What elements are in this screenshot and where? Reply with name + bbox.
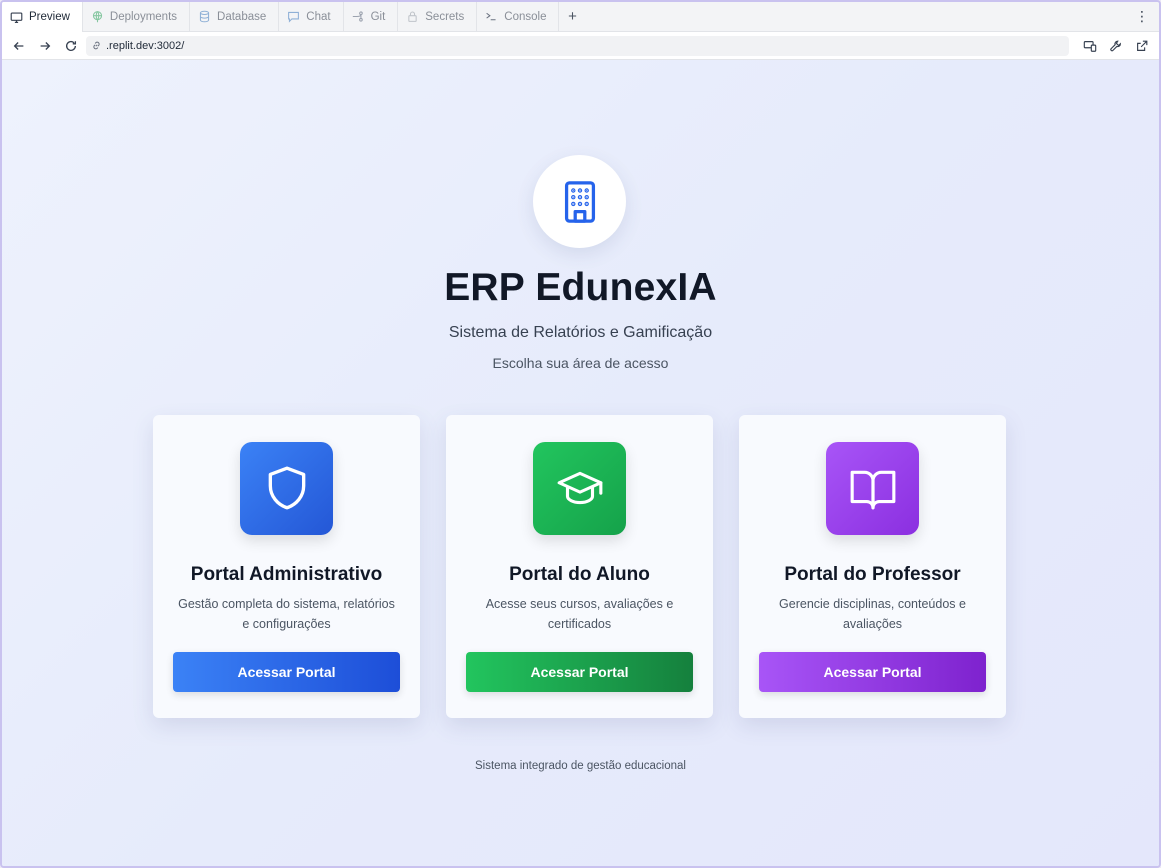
tab-label: Chat <box>306 10 331 23</box>
page-content: ERP EdunexIA Sistema de Relatórios e Gam… <box>2 60 1159 866</box>
tab-label: Preview <box>29 11 70 23</box>
footer-text: Sistema integrado de gestão educacional <box>475 760 686 772</box>
tab-secrets[interactable]: Secrets <box>398 2 478 31</box>
external-link-icon <box>1137 40 1148 51</box>
browser-window: Preview Deployments Database Chat Git Se… <box>0 0 1161 868</box>
terminal-icon <box>486 12 496 21</box>
forward-button[interactable] <box>34 35 56 57</box>
admin-access-button[interactable]: Acessar Portal <box>173 652 400 692</box>
portal-card-admin: Portal Administrativo Gestão completa do… <box>153 415 420 718</box>
student-access-button[interactable]: Acessar Portal <box>466 652 693 692</box>
tab-spacer <box>585 2 1125 31</box>
card-description: Acesse seus cursos, avaliações e certifi… <box>485 597 674 631</box>
admin-icon-tile <box>240 442 333 535</box>
chat-icon <box>288 11 300 23</box>
card-description: Gerencie disciplinas, conteúdos e avalia… <box>779 597 966 631</box>
card-title: Portal do Aluno <box>509 564 650 585</box>
card-title: Portal do Professor <box>784 564 961 585</box>
tab-console[interactable]: Console <box>477 2 560 31</box>
tab-preview[interactable]: Preview <box>2 2 83 32</box>
tab-label: Deployments <box>109 10 178 23</box>
lock-icon <box>408 11 417 22</box>
card-description: Gestão completa do sistema, relatórios e… <box>178 597 395 631</box>
monitor-icon <box>10 11 23 23</box>
devtools-button[interactable] <box>1105 35 1127 57</box>
tab-label: Console <box>504 10 547 23</box>
graduation-cap-icon <box>557 471 602 504</box>
link-icon <box>93 41 100 50</box>
book-open-icon <box>850 470 895 509</box>
devices-button[interactable] <box>1079 35 1101 57</box>
portal-card-teacher: Portal do Professor Gerencie disciplinas… <box>739 415 1006 718</box>
arrow-right-icon <box>40 41 51 50</box>
tab-label: Database <box>217 10 267 23</box>
devices-icon <box>1083 40 1097 52</box>
page-title: ERP EdunexIA <box>444 266 717 309</box>
more-menu-icon[interactable]: ⋮ <box>1125 2 1159 31</box>
portal-card-student: Portal do Aluno Acesse seus cursos, aval… <box>446 415 713 718</box>
back-button[interactable] <box>8 35 30 57</box>
url-text: .replit.dev:3002/ <box>106 39 185 52</box>
logo <box>533 155 626 248</box>
url-input[interactable]: .replit.dev:3002/ <box>86 35 1069 56</box>
shield-icon <box>268 466 305 509</box>
student-icon-tile <box>533 442 626 535</box>
open-new-tab-button[interactable] <box>1131 35 1153 57</box>
access-prompt: Escolha sua área de acesso <box>492 355 669 371</box>
tab-label: Git <box>370 10 386 23</box>
tab-git[interactable]: Git <box>344 2 399 31</box>
card-title: Portal Administrativo <box>190 564 383 585</box>
globe-icon <box>92 11 102 23</box>
tab-deployments[interactable]: Deployments <box>83 2 191 31</box>
page-subtitle: Sistema de Relatórios e Gamificação <box>448 324 713 341</box>
database-icon <box>199 10 210 23</box>
tab-chat[interactable]: Chat <box>279 2 344 31</box>
tab-bar: Preview Deployments Database Chat Git Se… <box>2 2 1159 32</box>
arrow-left-icon <box>13 41 24 50</box>
git-icon <box>352 11 363 22</box>
tab-label: Secrets <box>425 10 465 23</box>
teacher-icon-tile <box>826 442 919 535</box>
teacher-access-button[interactable]: Acessar Portal <box>759 652 986 692</box>
building-icon <box>564 180 595 223</box>
tab-database[interactable]: Database <box>190 2 280 31</box>
add-tab-button[interactable]: + <box>559 2 585 31</box>
wrench-icon <box>1110 40 1121 51</box>
url-bar: .replit.dev:3002/ <box>2 32 1159 60</box>
reload-button[interactable] <box>60 35 82 57</box>
reload-icon <box>65 40 77 51</box>
